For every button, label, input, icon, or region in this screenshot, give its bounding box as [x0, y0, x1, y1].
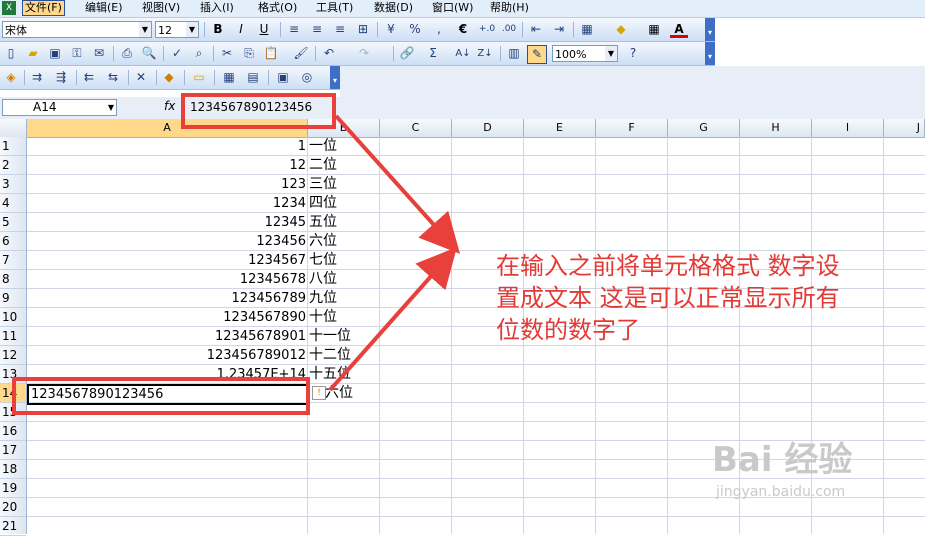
annotation-text: 在输入之前将单元格格式 数字设 置成文本 这是可以正常显示所有 位数的数字了 [496, 250, 916, 346]
arrow-from-cell [328, 247, 457, 392]
watermark-brand: Bai 经验 [712, 440, 853, 480]
baidu-watermark: Bai 经验 jingyan.baidu.com [700, 438, 910, 528]
annotation-line-2: 置成文本 这是可以正常显示所有 [496, 284, 840, 312]
watermark-url: jingyan.baidu.com [716, 484, 846, 500]
annotation-line-1: 在输入之前将单元格格式 数字设 [496, 252, 840, 280]
annotation-line-3: 位数的数字了 [496, 316, 640, 344]
arrow-from-formula-bar [334, 114, 461, 254]
